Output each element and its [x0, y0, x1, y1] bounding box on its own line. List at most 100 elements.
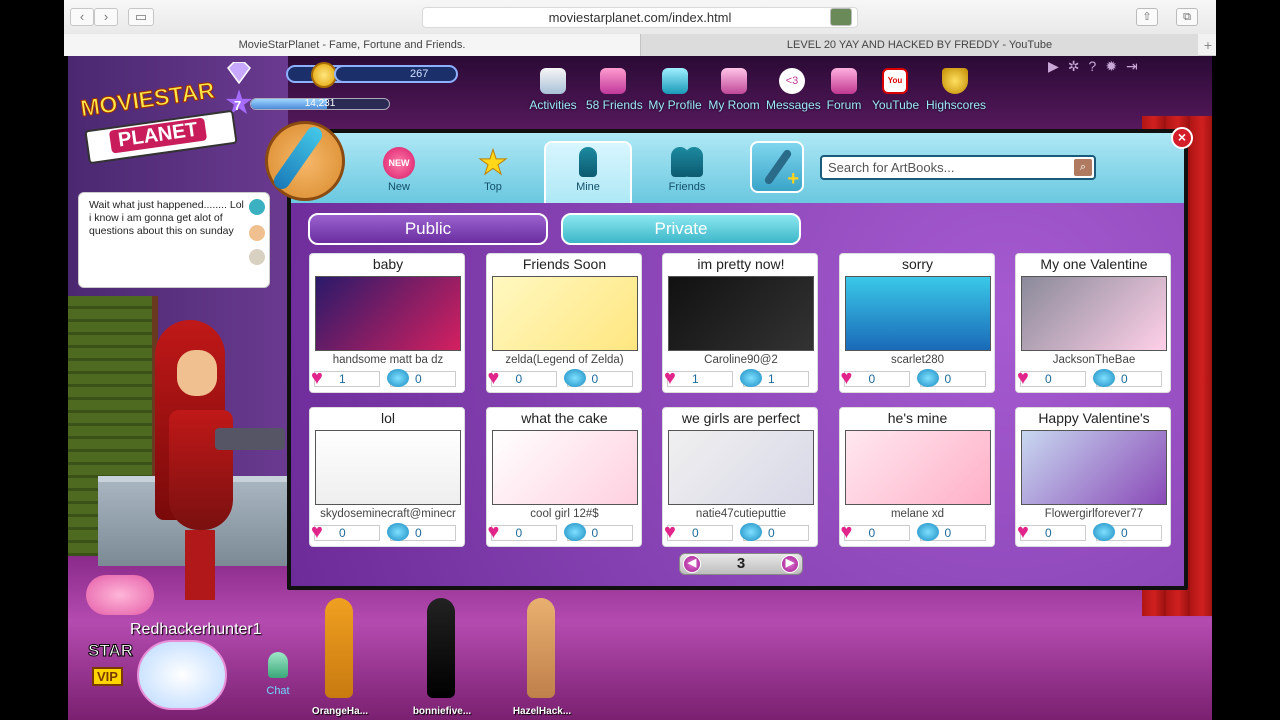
comment-count[interactable]: 0 [1093, 369, 1162, 387]
artbook-author[interactable]: Caroline90@2 [663, 354, 819, 366]
search-icon[interactable]: ⌕ [1074, 159, 1092, 176]
friend-avatar[interactable]: bonniefive... [402, 598, 482, 718]
nav-my-profile[interactable]: My Profile [648, 68, 702, 118]
tab-moviestarplanet[interactable]: MovieStarPlanet - Fame, Fortune and Frie… [64, 34, 640, 56]
public-toggle-button[interactable]: Public [308, 213, 548, 245]
tab-new[interactable]: NEW New [355, 147, 443, 201]
artbook-card[interactable]: baby handsome matt ba dz ♥ 1 0 [309, 253, 465, 393]
artbook-search-input[interactable]: Search for ArtBooks... ⌕ [820, 155, 1096, 180]
sidebar-toggle-button[interactable]: ▭ [128, 8, 154, 26]
nav-highscores[interactable]: Highscores [926, 68, 986, 118]
artbook-author[interactable]: melane xd [840, 508, 996, 520]
artbook-thumbnail[interactable] [844, 276, 991, 351]
artbook-thumbnail[interactable] [491, 430, 638, 505]
like-count[interactable]: ♥ 0 [1017, 368, 1086, 388]
like-count[interactable]: ♥ 0 [841, 522, 910, 542]
nav-friends[interactable]: 58 Friends [586, 68, 643, 118]
chat-avatar-icon[interactable] [249, 225, 265, 241]
comment-count[interactable]: 0 [1093, 523, 1162, 541]
tab-mine[interactable]: Mine [544, 141, 632, 203]
nav-forum[interactable]: Forum [826, 68, 862, 118]
tab-top[interactable]: ★ Top [449, 146, 537, 201]
comment-count[interactable]: 0 [387, 523, 456, 541]
artbook-thumbnail[interactable] [668, 430, 814, 505]
comment-count[interactable]: 0 [916, 523, 986, 541]
artbook-card[interactable]: im pretty now! Caroline90@2 ♥ 1 1 [662, 253, 818, 393]
forward-button[interactable]: › [94, 8, 118, 26]
comment-count[interactable]: 0 [740, 523, 809, 541]
artbook-author[interactable]: natie47cutieputtie [663, 508, 819, 520]
pet-icon[interactable] [137, 640, 227, 710]
nav-youtube[interactable]: You YouTube [872, 68, 919, 118]
private-toggle-button[interactable]: Private [561, 213, 801, 245]
next-page-button[interactable]: ▶ [781, 555, 799, 573]
heart-icon: ♥ [840, 367, 853, 389]
like-count[interactable]: ♥ 0 [488, 522, 557, 542]
piggy-bank-icon[interactable] [86, 575, 154, 615]
nav-messages[interactable]: <3 Messages [766, 68, 821, 118]
extension-icon[interactable] [830, 8, 852, 26]
like-count[interactable]: ♥ 0 [840, 367, 910, 389]
like-count[interactable]: ♥ 1 [311, 368, 380, 388]
chat-avatar-icon[interactable] [249, 249, 265, 265]
artbook-card[interactable]: we girls are perfect natie47cutieputtie ♥ 0… [662, 407, 818, 547]
artbook-author[interactable]: skydoseminecraft@minecr [310, 508, 466, 520]
artbook-author[interactable]: handsome matt ba dz [310, 354, 466, 366]
artbook-thumbnail[interactable] [491, 276, 638, 351]
artbook-card[interactable]: what the cake cool girl 12#$ ♥ 0 0 [485, 407, 643, 547]
artbook-card[interactable]: lol skydoseminecraft@minecr ♥ 0 0 [309, 407, 465, 547]
play-icon[interactable]: ▶ [1048, 58, 1068, 74]
artbook-author[interactable]: Flowergirlforever77 [1016, 508, 1172, 520]
friend-avatar[interactable]: OrangeHa... [300, 598, 380, 718]
like-count[interactable]: ♥ 0 [311, 522, 380, 542]
artbook-thumbnail[interactable] [1021, 430, 1167, 505]
artbook-card[interactable]: Friends Soon zelda(Legend of Zelda) ♥ 0 0 [485, 253, 643, 393]
settings-icon[interactable]: ✲ [1068, 58, 1089, 74]
comment-count[interactable]: 1 [740, 369, 809, 387]
share-icon[interactable]: ⇧ [1136, 8, 1158, 26]
prev-page-button[interactable]: ◀ [683, 555, 701, 573]
new-tab-button[interactable]: + [1204, 37, 1212, 53]
person-icon [572, 147, 604, 179]
artbook-card[interactable]: sorry scarlet280 ♥ 0 0 [838, 253, 996, 393]
star-vip-badge[interactable]: STAR VIP [87, 641, 134, 691]
tab-friends[interactable]: Friends [643, 147, 731, 201]
gear-icon[interactable]: ✹ [1105, 58, 1126, 74]
tab-youtube[interactable]: LEVEL 20 YAY AND HACKED BY FREDDY - YouT… [640, 34, 1198, 56]
artbook-author[interactable]: JacksonTheBae [1016, 354, 1172, 366]
youtube-icon: You [882, 68, 908, 94]
address-bar[interactable]: moviestarplanet.com/index.html ↻ [422, 7, 858, 28]
artbook-thumbnail[interactable] [315, 430, 461, 505]
url-text: moviestarplanet.com/index.html [548, 10, 732, 25]
artbook-author[interactable]: zelda(Legend of Zelda) [487, 354, 643, 366]
like-count[interactable]: ♥ 0 [664, 522, 733, 542]
nav-my-room[interactable]: My Room [708, 68, 760, 118]
comment-count[interactable]: 0 [387, 369, 456, 387]
artbook-thumbnail[interactable] [1021, 276, 1167, 351]
artbook-thumbnail[interactable] [668, 276, 814, 351]
create-artbook-button[interactable]: + [750, 141, 804, 193]
chat-avatar-icon[interactable] [249, 199, 265, 215]
nav-activities[interactable]: Activities [528, 68, 578, 118]
chat-button[interactable]: Chat [262, 652, 294, 700]
back-button[interactable]: ‹ [70, 8, 94, 26]
artbook-thumbnail[interactable] [315, 276, 461, 351]
like-count[interactable]: ♥ 1 [664, 368, 733, 388]
help-icon[interactable]: ? [1089, 58, 1106, 74]
comment-count[interactable]: 0 [563, 523, 633, 541]
artbook-thumbnail[interactable] [844, 430, 991, 505]
artbook-card[interactable]: Happy Valentine's Flowergirlforever77 ♥ 0 0 [1015, 407, 1171, 547]
artbook-author[interactable]: scarlet280 [840, 354, 996, 366]
close-icon[interactable]: × [1171, 127, 1193, 149]
friend-avatar[interactable]: HazelHack... [502, 598, 582, 718]
comment-count[interactable]: 0 [916, 369, 986, 387]
artbook-card[interactable]: My one Valentine JacksonTheBae ♥ 0 0 [1015, 253, 1171, 393]
tabs-overview-icon[interactable]: ⧉ [1176, 8, 1198, 26]
comment-count[interactable]: 0 [563, 369, 633, 387]
artbook-author[interactable]: cool girl 12#$ [487, 508, 643, 520]
player-avatar[interactable] [145, 320, 285, 610]
logout-icon[interactable]: ⇥ [1126, 58, 1147, 74]
artbook-card[interactable]: he's mine melane xd ♥ 0 0 [838, 407, 996, 547]
like-count[interactable]: ♥ 0 [1017, 522, 1086, 542]
like-count[interactable]: ♥ 0 [488, 368, 557, 388]
